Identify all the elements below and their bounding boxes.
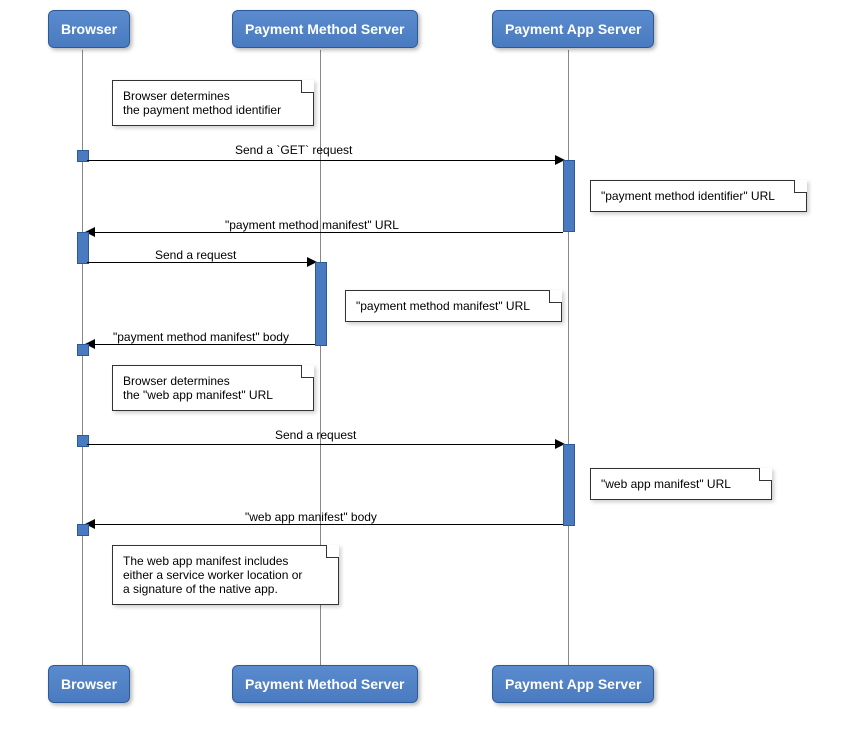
activation-browser-5 — [77, 524, 89, 536]
note-line: "web app manifest" URL — [601, 477, 731, 491]
participant-pas-top: Payment App Server — [492, 10, 654, 48]
participant-label: Browser — [61, 21, 117, 37]
participant-browser-bottom: Browser — [48, 665, 130, 703]
msg-send-req-1: Send a request — [155, 248, 236, 262]
note-line: Browser determines — [123, 89, 230, 103]
arrow-m5 — [87, 444, 555, 445]
activation-pms-1 — [315, 262, 327, 346]
note-browser-determines-wam: Browser determines the "web app manifest… — [112, 365, 314, 411]
note-line: the "web app manifest" URL — [123, 388, 273, 402]
arrow-m3 — [87, 262, 307, 263]
participant-label: Payment Method Server — [245, 676, 405, 692]
lifeline-pas — [568, 50, 569, 670]
participant-pms-top: Payment Method Server — [232, 10, 418, 48]
participant-label: Payment App Server — [505, 21, 641, 37]
activation-browser-3 — [77, 344, 89, 356]
msg-pmm-body: "payment method manifest" body — [113, 330, 289, 344]
note-wam-url: "web app manifest" URL — [590, 468, 772, 500]
participant-browser-top: Browser — [48, 10, 130, 48]
arrow-m6 — [95, 524, 563, 525]
note-line: The web app manifest includes — [123, 554, 288, 568]
activation-pas-1 — [563, 160, 575, 232]
participant-label: Browser — [61, 676, 117, 692]
note-line: the payment method identifier — [123, 103, 281, 117]
participant-pas-bottom: Payment App Server — [492, 665, 654, 703]
note-wam-includes: The web app manifest includes either a s… — [112, 545, 339, 605]
note-line: a signature of the native app. — [123, 582, 278, 596]
activation-browser-4 — [77, 435, 89, 447]
msg-send-req-2: Send a request — [275, 428, 356, 442]
activation-browser-2 — [77, 232, 89, 264]
participant-label: Payment App Server — [505, 676, 641, 692]
sequence-diagram: Browser Payment Method Server Payment Ap… — [0, 0, 845, 737]
msg-pmm-url: "payment method manifest" URL — [225, 218, 399, 232]
msg-wam-body: "web app manifest" body — [245, 510, 377, 524]
note-line: "payment method identifier" URL — [601, 189, 775, 203]
note-pmm-url: "payment method manifest" URL — [345, 290, 562, 322]
note-line: "payment method manifest" URL — [356, 299, 530, 313]
arrow-m4 — [95, 344, 315, 345]
participant-pms-bottom: Payment Method Server — [232, 665, 418, 703]
arrow-m2 — [95, 232, 563, 233]
note-line: either a service worker location or — [123, 568, 302, 582]
arrow-m1 — [87, 160, 555, 161]
note-line: Browser determines — [123, 374, 230, 388]
msg-send-get: Send a `GET` request — [235, 143, 352, 157]
note-pmi-url: "payment method identifier" URL — [590, 180, 807, 212]
activation-pas-2 — [563, 444, 575, 526]
lifeline-browser — [82, 50, 83, 670]
note-browser-determines-pmi: Browser determines the payment method id… — [112, 80, 314, 126]
participant-label: Payment Method Server — [245, 21, 405, 37]
